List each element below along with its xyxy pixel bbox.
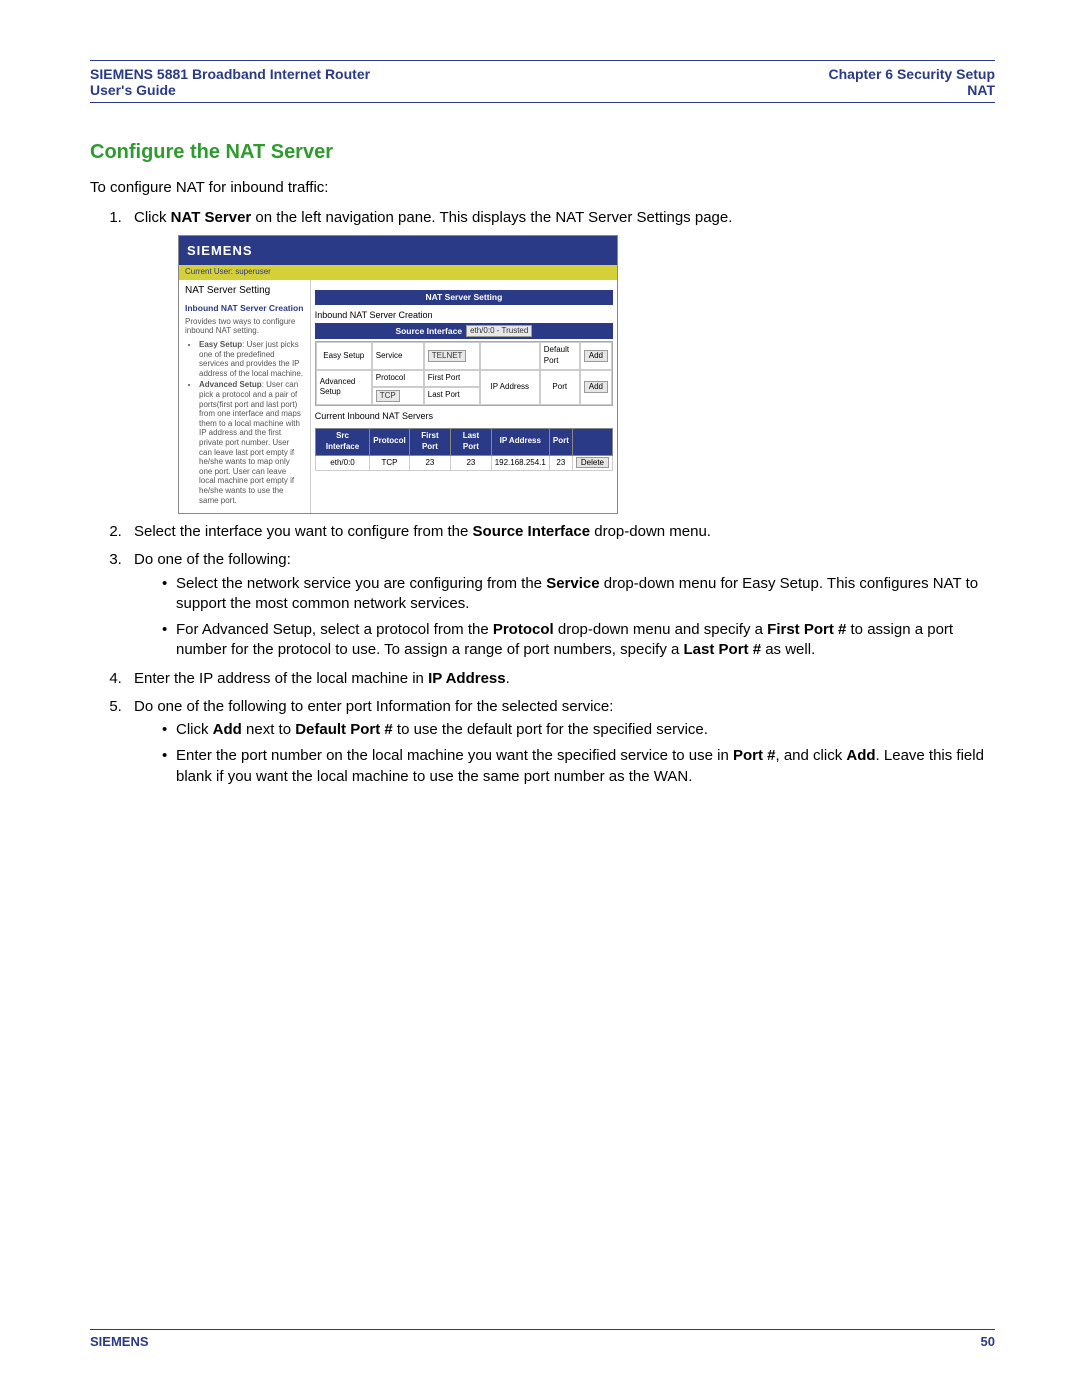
nat-server-screenshot: SIEMENS Current User: superuser NAT Serv… <box>178 235 618 515</box>
sidebar-title: NAT Server Setting <box>185 284 304 298</box>
source-interface-label: Source Interface <box>395 326 462 337</box>
steps-list: Click NAT Server on the left navigation … <box>90 208 995 787</box>
current-servers-label: Current Inbound NAT Servers <box>315 410 613 422</box>
panel-title: NAT Server Setting <box>315 290 613 305</box>
step-5-bullet-2: Enter the port number on the local machi… <box>162 746 995 787</box>
sidebar-subtitle: Inbound NAT Server Creation <box>185 303 304 314</box>
step-2: Select the interface you want to configu… <box>126 522 995 542</box>
th-last: Last Port <box>451 428 492 455</box>
add-adv-button[interactable]: Add <box>580 370 612 405</box>
th-ip: IP Address <box>491 428 549 455</box>
settings-panel: NAT Server Setting Inbound NAT Server Cr… <box>311 280 617 513</box>
step-3-bullet-1: Select the network service you are confi… <box>162 574 995 615</box>
sidebar-easy: Easy Setup: User just picks one of the p… <box>199 340 304 378</box>
add-default-button[interactable]: Add <box>580 342 612 370</box>
siemens-logo: SIEMENS <box>179 236 617 266</box>
table-row: eth/0:0 TCP 23 23 192.168.254.1 23 Delet… <box>315 455 612 471</box>
th-src: Src Interface <box>315 428 370 455</box>
header-guide: User's Guide <box>90 82 370 98</box>
protocol-select[interactable]: TCP <box>372 387 424 405</box>
current-servers-table: Src Interface Protocol First Port Last P… <box>315 428 613 471</box>
source-interface-row: Source Interface eth/0:0 - Trusted <box>315 323 613 339</box>
sidebar-adv: Advanced Setup: User can pick a protocol… <box>199 380 304 505</box>
header-product: SIEMENS 5881 Broadband Internet Router <box>90 66 370 82</box>
help-sidebar: NAT Server Setting Inbound NAT Server Cr… <box>179 280 311 513</box>
header-chapter: Chapter 6 Security Setup <box>829 66 996 82</box>
easy-setup-label: Easy Setup <box>316 342 372 370</box>
step-1: Click NAT Server on the left navigation … <box>126 208 995 514</box>
th-proto: Protocol <box>370 428 409 455</box>
protocol-label: Protocol <box>372 370 424 387</box>
service-select[interactable]: TELNET <box>424 342 480 370</box>
default-port-label: Default Port <box>540 342 580 370</box>
advanced-setup-label: Advanced Setup <box>316 370 372 405</box>
step-4: Enter the IP address of the local machin… <box>126 669 995 689</box>
th-port: Port <box>549 428 572 455</box>
section-title: Configure the NAT Server <box>90 141 995 164</box>
ip-address-label: IP Address <box>480 370 540 405</box>
intro-text: To configure NAT for inbound traffic: <box>90 178 995 198</box>
page-footer: SIEMENS 50 <box>90 1329 995 1349</box>
creation-label: Inbound NAT Server Creation <box>315 309 613 321</box>
step-3: Do one of the following: Select the netw… <box>126 550 995 660</box>
step-5-bullet-1: Click Add next to Default Port # to use … <box>162 720 995 740</box>
service-label: Service <box>372 342 424 370</box>
current-user: Current User: superuser <box>179 265 617 280</box>
creation-grid: Easy Setup Service TELNET Default Port A… <box>315 341 613 405</box>
source-interface-select[interactable]: eth/0:0 - Trusted <box>466 325 532 337</box>
th-first: First Port <box>409 428 450 455</box>
port-label: Port <box>540 370 580 405</box>
footer-page: 50 <box>981 1334 995 1349</box>
header-topic: NAT <box>829 82 996 98</box>
first-port-label: First Port <box>424 370 480 387</box>
sidebar-desc: Provides two ways to configure inbound N… <box>185 317 304 336</box>
last-port-label: Last Port <box>424 387 480 405</box>
delete-button[interactable]: Delete <box>572 455 612 471</box>
page-header: SIEMENS 5881 Broadband Internet Router U… <box>90 60 995 103</box>
footer-brand: SIEMENS <box>90 1334 149 1349</box>
step-5: Do one of the following to enter port In… <box>126 697 995 787</box>
step-3-bullet-2: For Advanced Setup, select a protocol fr… <box>162 620 995 661</box>
